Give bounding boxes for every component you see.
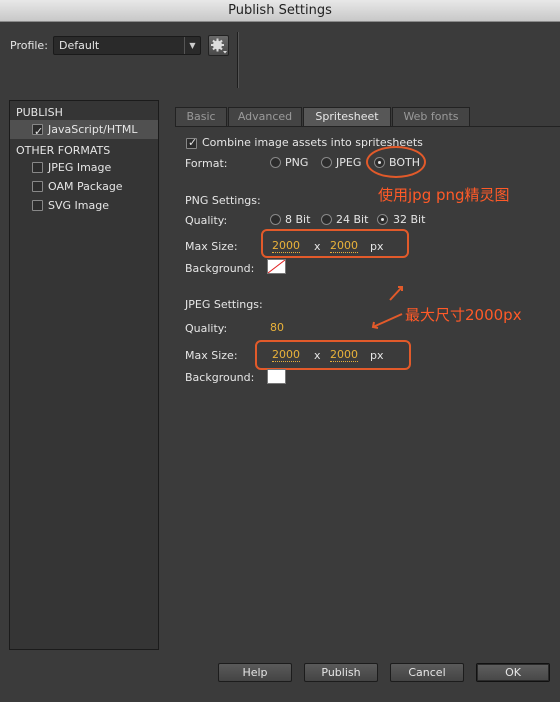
profile-label: Profile: xyxy=(10,39,48,52)
target-item-label: SVG Image xyxy=(48,199,109,212)
profile-select[interactable]: Default ▼ xyxy=(53,36,201,55)
png-quality-8bit-label: 8 Bit xyxy=(285,213,311,226)
annotation-circle-both xyxy=(366,146,426,178)
ok-button[interactable]: OK xyxy=(476,663,550,682)
check-icon: ✓ xyxy=(34,125,44,138)
format-png-label: PNG xyxy=(285,156,309,169)
jpeg-image-checkbox[interactable] xyxy=(32,162,43,173)
profile-settings-button[interactable] xyxy=(208,35,229,56)
jpeg-quality-field[interactable]: 80 xyxy=(270,321,284,334)
annotation-box-png-size xyxy=(261,229,409,258)
format-png-radio[interactable] xyxy=(270,157,281,168)
target-item-label: JPEG Image xyxy=(48,161,112,174)
png-quality-32bit-label: 32 Bit xyxy=(393,213,426,226)
window-title: Publish Settings xyxy=(0,0,560,22)
png-background-swatch[interactable] xyxy=(267,259,286,274)
png-max-size-label: Max Size: xyxy=(185,240,238,253)
chevron-down-icon: ▼ xyxy=(184,37,200,54)
other-formats-header: OTHER FORMATS xyxy=(16,144,111,157)
target-item-javascript-html[interactable]: ✓ JavaScript/HTML xyxy=(10,120,158,139)
png-quality-32bit-radio[interactable] xyxy=(377,214,388,225)
target-item-jpeg-image[interactable]: JPEG Image xyxy=(10,158,158,177)
target-list: PUBLISH ✓ JavaScript/HTML OTHER FORMATS … xyxy=(9,100,159,650)
target-item-svg-image[interactable]: SVG Image xyxy=(10,196,158,215)
format-jpeg-radio[interactable] xyxy=(321,157,332,168)
oam-package-checkbox[interactable] xyxy=(32,181,43,192)
annotation-format-note: 使用jpg png精灵图 xyxy=(378,186,510,204)
jpeg-quality-label: Quality: xyxy=(185,322,228,335)
jpeg-settings-header: JPEG Settings: xyxy=(185,298,263,311)
annotation-box-jpeg-size xyxy=(255,340,411,370)
tab-basic[interactable]: Basic xyxy=(175,107,227,126)
target-item-label: JavaScript/HTML xyxy=(48,123,138,136)
png-quality-label: Quality: xyxy=(185,214,228,227)
target-item-oam-package[interactable]: OAM Package xyxy=(10,177,158,196)
format-jpeg-label: JPEG xyxy=(336,156,362,169)
tab-advanced[interactable]: Advanced xyxy=(228,107,302,126)
svg-image-checkbox[interactable] xyxy=(32,200,43,211)
combine-spritesheets-checkbox[interactable]: ✓ xyxy=(186,136,198,149)
tab-web-fonts[interactable]: Web fonts xyxy=(392,107,470,126)
no-color-icon xyxy=(267,259,286,274)
cancel-button[interactable]: Cancel xyxy=(390,663,464,682)
check-icon: ✓ xyxy=(188,136,198,149)
jpeg-max-size-label: Max Size: xyxy=(185,349,238,362)
png-quality-8bit-radio[interactable] xyxy=(270,214,281,225)
profile-row: Profile: Default ▼ xyxy=(0,22,560,90)
publish-button[interactable]: Publish xyxy=(304,663,378,682)
png-settings-header: PNG Settings: xyxy=(185,194,261,207)
help-button[interactable]: Help xyxy=(218,663,292,682)
annotation-size-note: 最大尺寸2000px xyxy=(405,306,522,324)
jpeg-background-label: Background: xyxy=(185,371,255,384)
format-label: Format: xyxy=(185,157,228,170)
tab-spritesheet[interactable]: Spritesheet xyxy=(303,107,391,126)
publish-header: PUBLISH xyxy=(16,106,63,119)
annotation-arrows xyxy=(371,286,403,329)
png-quality-24bit-radio[interactable] xyxy=(321,214,332,225)
profile-value: Default xyxy=(59,39,100,52)
png-quality-24bit-label: 24 Bit xyxy=(336,213,369,226)
gear-icon xyxy=(211,38,227,54)
jpeg-background-swatch[interactable] xyxy=(267,369,286,384)
png-background-label: Background: xyxy=(185,262,255,275)
javascript-html-checkbox[interactable]: ✓ xyxy=(32,124,43,138)
toolbar-divider xyxy=(237,32,239,88)
target-item-label: OAM Package xyxy=(48,180,123,193)
